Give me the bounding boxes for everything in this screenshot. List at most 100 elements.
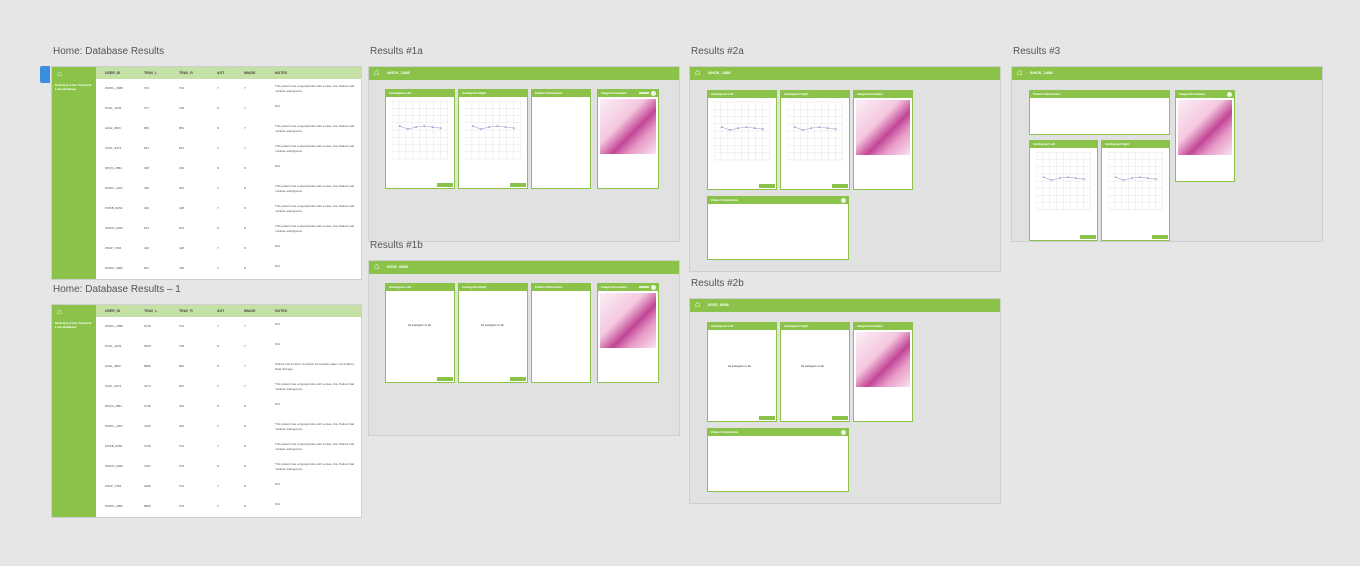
table-cell: WWDL_4882 [105,504,123,508]
col-header[interactable]: AGT [217,309,224,313]
image-info-card: Image Information [597,283,659,383]
card-button[interactable] [759,184,775,188]
histology-image[interactable] [600,99,656,154]
card-button[interactable] [1152,235,1168,239]
table-row[interactable]: WWDL_2007 4780 484 Y N This patient has a Ago… [96,417,361,436]
audiogram-point [737,127,740,130]
table-row[interactable]: WWDL_4882 840 448 Y N N/A [96,259,361,278]
table-cell: 842 [179,384,185,388]
home-icon[interactable]: ⌂ [57,69,62,78]
frame-title-home1: Home: Database Results – 1 [53,284,181,295]
col-header[interactable]: TRAV_R [179,71,193,75]
table-cell: PWKB_8283 [105,444,123,448]
card-button[interactable] [1080,235,1096,239]
selection-tab[interactable] [40,66,50,83]
col-header[interactable]: IMAGE [244,71,255,75]
home-icon[interactable]: ⌂ [695,300,703,309]
table-row[interactable]: DPQS_2884 2738 339 N N N/A [96,397,361,416]
table-cell: 4780 [144,424,151,428]
table-row[interactable]: DPQS_2884 338 339 N N N/A [96,159,361,178]
table-row[interactable]: WWDL_4588 5728 702 Y Y N/A [96,317,361,336]
col-header[interactable]: USER_ID [105,309,120,313]
table-row[interactable]: WWLD_2849 874 870 N N This patient has a Agor… [96,219,361,238]
table-row[interactable]: WIGP_7284 4288 702 Y N N/A [96,477,361,496]
table-cell: Y [244,106,247,110]
table-row[interactable]: WWDL_4882 8808 702 Y N N/A [96,497,361,516]
col-header[interactable]: AGT [217,71,224,75]
audiogram-point [720,126,723,129]
table-cell: 8808 [144,504,151,508]
table-cell: 702 [179,484,185,488]
table-cell: N [217,404,220,408]
col-header[interactable]: IMAGE [244,309,255,313]
col-header[interactable]: NOTES [275,71,287,75]
table-row[interactable]: WIGP_7284 420 428 Y N N/A [96,239,361,258]
audiogram-point [818,126,821,129]
histology-image[interactable] [856,100,910,155]
table-cell: N [217,106,220,110]
home-icon[interactable]: ⌂ [57,307,62,316]
results-1b-frame: ⌂ ISGD_0896 Audiogram Left No audiogram on… [368,260,680,436]
card-title: Audiogram Right [784,324,809,328]
table-row[interactable]: PWKB_8283 400 408 Y N This patient has a Agor… [96,199,361,218]
card-button[interactable] [437,377,453,381]
card-title: Audiogram Right [784,92,809,96]
home-icon[interactable]: ⌂ [374,68,382,77]
table-cell: WWDL_2007 [105,186,123,190]
table-cell: N/A [275,244,281,248]
table-row[interactable]: WWDL_2007 486 484 Y N This patient has a Agor… [96,179,361,198]
table-row[interactable]: PKGL_2849 8408 708 N Y N/A [96,337,361,356]
table-cell: Y [217,266,220,270]
table-row[interactable]: CKDL_8374 844 842 Y Y This patient has a Agor… [96,139,361,158]
histology-image[interactable] [1178,100,1232,155]
image-info-card: Image Information [1175,90,1235,182]
card-button[interactable] [437,183,453,187]
table-cell: WWDL_4588 [105,324,123,328]
audiogram-left-card: Audiogram Left No audiogram on file [385,283,455,383]
audiogram-chart [1035,151,1091,211]
table-row[interactable]: PWKB_8283 3748 702 Y N This patient has a Ago… [96,437,361,456]
table-cell: This patient has a Agoraphobe with a cas… [275,204,355,213]
card-button[interactable] [510,377,526,381]
card-title: Image Information [601,285,628,289]
table-cell: 339 [179,166,185,170]
audiogram-chart [464,100,521,160]
table-row[interactable]: PKGL_2849 707 708 N Y N/A [96,99,361,118]
table-row[interactable]: CKDL_8374 4473 842 Y Y This patient has a Ago… [96,377,361,396]
card-button[interactable] [759,416,775,420]
card-button[interactable] [832,184,848,188]
col-header[interactable]: USER_ID [105,71,120,75]
histology-image[interactable] [856,332,910,387]
audiogram-right-card: Audiogram Right [1101,140,1170,241]
table-cell: This patient has a Agoraphobe with a cas… [275,144,355,153]
table-cell: N [244,444,247,448]
audiogram-point [1154,178,1157,181]
audiogram-left-card: Audiogram Left [707,90,777,190]
card-button[interactable] [832,416,848,420]
home-icon[interactable]: ⌂ [1017,68,1025,77]
table-row[interactable]: HGIE_4809 880 884 N Y This patient has a Agor… [96,119,361,138]
results-1a-frame: ⌂ AHCK_1486 Audiogram Left Audiogram Righ… [368,66,680,242]
col-header[interactable]: TRAV_R [179,309,193,313]
table-cell: Y [244,344,247,348]
card-title: Image Information [1179,92,1206,96]
table-row[interactable]: WWDL_4588 704 702 Y Y This patient has a Agor… [96,79,361,98]
table-cell: N [244,266,247,270]
image-info-card: Image Information [853,322,913,422]
audiogram-chart [786,101,843,161]
col-header[interactable]: TRAV_L [144,71,157,75]
frame-title-home: Home: Database Results [53,46,165,57]
table-row[interactable]: WWLD_2849 4784 702 N N This patient has a Ago… [96,457,361,476]
histology-image[interactable] [600,293,656,348]
home-icon[interactable]: ⌂ [374,262,382,271]
home-icon[interactable]: ⌂ [695,68,703,77]
audiogram-point [1082,178,1085,181]
top-bar: ⌂ AHCK_1486 [690,67,1000,80]
table-row[interactable]: HGIE_4809 8888 884 N Y Patient has tinnitus. … [96,357,361,376]
card-title: Audiogram Left [1033,142,1056,146]
table-cell: N/A [275,322,281,326]
patient-id: AHCK_1486 [1030,70,1053,75]
col-header[interactable]: NOTES [275,309,287,313]
card-button[interactable] [510,183,526,187]
col-header[interactable]: TRAV_L [144,309,157,313]
